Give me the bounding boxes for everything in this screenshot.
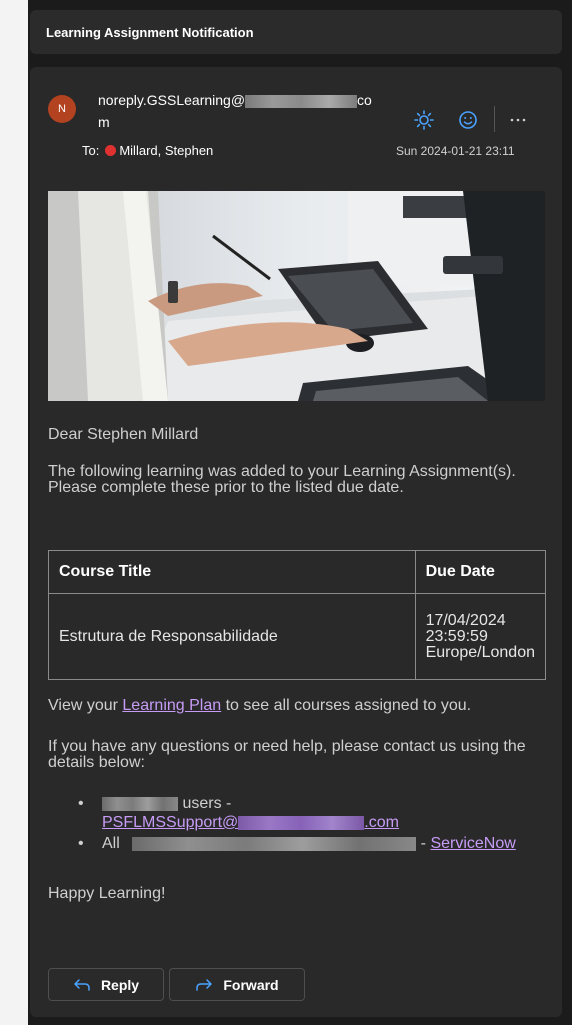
table-header-row: Course Title Due Date [48,550,547,594]
view-suffix: to see all courses assigned to you. [221,697,472,714]
contact-2-separator: - [416,835,431,852]
forward-button[interactable]: Forward [169,968,305,1001]
table-header-due: Due Date [414,550,547,594]
course-title-cell: Estrutura de Responsabilidade [48,593,416,680]
redacted-domain [245,94,358,108]
due-date: 17/04/2024 [425,611,506,629]
forward-label: Forward [223,976,279,993]
redacted-contact [132,836,417,851]
sender-avatar[interactable]: N [48,95,76,123]
sun-icon[interactable] [412,108,436,132]
email-subject-bar: Learning Assignment Notification [30,10,562,54]
due-time: 23:59:59 [425,627,488,645]
sent-date: Sun 2024-01-21 23:11 [396,144,515,158]
intro-paragraph: The following learning was added to your… [48,463,516,496]
avatar-initial: N [58,103,66,115]
table-header-course: Course Title [48,550,416,594]
presence-busy-icon [105,145,117,156]
sender-suffix-1: co [357,92,372,108]
to-label: To: [82,143,100,158]
learning-plan-link[interactable]: Learning Plan [122,697,221,714]
closing: Happy Learning! [48,885,166,902]
forward-icon [195,978,213,992]
greeting: Dear Stephen Millard [48,426,199,443]
due-date-cell: 17/04/2024 23:59:59 Europe/London [414,593,547,680]
recipient-line: To: Millard, Stephen [82,143,213,158]
sender-suffix-2: m [98,114,110,130]
contact-1-text: users - [182,795,232,812]
recipient-name[interactable]: Millard, Stephen [119,143,213,158]
more-icon[interactable] [506,108,530,132]
sender-address[interactable]: noreply.GSSLearning@ co m [98,89,388,133]
redacted-org [102,796,178,811]
help-paragraph: If you have any questions or need help, … [48,738,526,771]
bullet-icon: • [78,835,84,852]
bullet-icon: • [78,795,84,812]
header-divider [494,106,495,132]
view-prefix: View your [48,697,123,714]
reply-button[interactable]: Reply [48,968,164,1001]
course-table: Course Title Due Date Estrutura de Respo… [48,550,547,680]
reply-label: Reply [100,976,140,993]
due-timezone: Europe/London [425,643,535,661]
reply-icon [73,978,91,992]
sender-prefix: noreply.GSSLearning@ [98,92,246,108]
support-email-link[interactable]: PSFLMSSupport@ .com [102,814,399,831]
contact-2-prefix: All [102,835,120,852]
table-row: Estrutura de Responsabilidade 17/04/2024… [48,593,547,680]
redacted-email-domain [238,815,365,830]
banner-image [48,191,545,401]
smiley-icon[interactable] [456,108,480,132]
support-email-suffix: .com [364,814,399,831]
learning-plan-paragraph: View your Learning Plan to see all cours… [48,698,471,714]
email-subject: Learning Assignment Notification [46,24,254,40]
support-email-prefix: PSFLMSSupport@ [102,814,239,831]
servicenow-link[interactable]: ServiceNow [430,835,515,852]
